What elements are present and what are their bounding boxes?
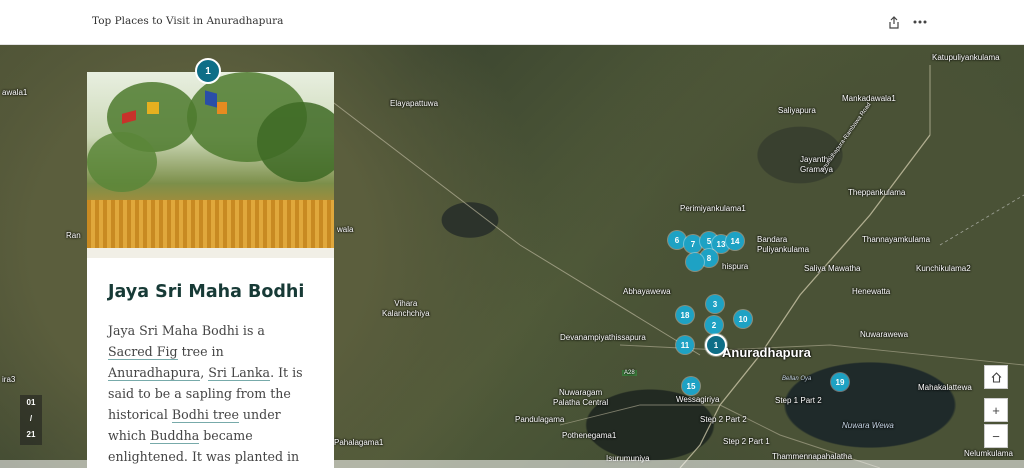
map-label: ira3 xyxy=(2,375,16,384)
home-icon xyxy=(991,371,1001,383)
map-label: wala xyxy=(337,225,354,234)
map-marker[interactable]: 6 xyxy=(668,231,686,249)
link-sri-lanka[interactable]: Sri Lanka xyxy=(208,365,271,381)
story-card: Jaya Sri Maha Bodhi Jaya Sri Maha Bodhi … xyxy=(87,72,334,468)
map-label: Nuwarawewa xyxy=(860,330,909,339)
map-marker[interactable]: 10 xyxy=(734,310,752,328)
zoom-in-button[interactable]: + xyxy=(984,398,1008,422)
map-label: Ran xyxy=(66,231,81,240)
map-marker[interactable]: 18 xyxy=(676,306,694,324)
map-label: Abhayawewa xyxy=(623,287,671,296)
map-marker[interactable]: 11 xyxy=(676,336,694,354)
bodhi-tree-photo xyxy=(87,72,334,258)
map-label: Perimiyankulama1 xyxy=(680,204,746,213)
place-heading: Jaya Sri Maha Bodhi xyxy=(108,282,305,302)
map-label: hispura xyxy=(722,262,749,271)
map-label: Step 2 Part 1 xyxy=(723,437,770,446)
current-index: 01 xyxy=(26,398,36,407)
link-sacred-fig[interactable]: Sacred Fig xyxy=(108,344,178,360)
map-marker[interactable]: 2 xyxy=(705,316,723,334)
header-bar: Top Places to Visit in Anuradhapura xyxy=(0,0,1024,45)
map-label-water: Nuwara Wewa xyxy=(842,421,894,430)
map-marker[interactable]: 7 xyxy=(684,235,702,253)
map-label: Pahalagama1 xyxy=(334,438,384,447)
more-options-icon[interactable] xyxy=(910,12,930,32)
home-button[interactable] xyxy=(984,365,1008,389)
map-label: Theppankulama xyxy=(848,188,906,197)
map-label: Saliya Mawatha xyxy=(804,264,861,273)
map-label: Vihara Kalanchchiya xyxy=(382,299,430,318)
story-title: Top Places to Visit in Anuradhapura xyxy=(92,15,284,27)
map-marker[interactable]: 15 xyxy=(682,377,700,395)
share-icon[interactable] xyxy=(884,12,904,32)
map-label: awala1 xyxy=(2,88,28,97)
map-label: Wessagiriya xyxy=(676,395,720,404)
map-marker[interactable] xyxy=(686,253,704,271)
map-label: Kunchikulama2 xyxy=(916,264,971,273)
map-label: Saliyapura xyxy=(778,106,816,115)
map-label: Pothenegama1 xyxy=(562,431,617,440)
map-label: Katupuliyankulama xyxy=(932,53,1000,62)
link-bodhi-tree[interactable]: Bodhi tree xyxy=(171,407,239,423)
map-label: Mahakalattewa xyxy=(918,383,972,392)
map-label: Pandulagama xyxy=(515,415,565,424)
map-marker[interactable]: 19 xyxy=(831,373,849,391)
map-label: Step 1 Part 2 xyxy=(775,396,822,405)
map-label: Thannayamkulama xyxy=(862,235,931,244)
map-marker[interactable]: 14 xyxy=(726,232,744,250)
map-label: Nelumkulama xyxy=(964,449,1013,458)
pager-separator: / xyxy=(29,414,33,423)
map-label: Devanampiyathissapura xyxy=(560,333,646,342)
highway-shield: A28 xyxy=(622,370,637,376)
map-label-water: Bellan Oya xyxy=(782,376,812,382)
map-label: Nuwaragam Palatha Central xyxy=(553,388,609,407)
map-label: Step 2 Part 2 xyxy=(700,415,747,424)
zoom-out-button[interactable]: − xyxy=(984,424,1008,448)
card-marker[interactable]: 1 xyxy=(195,58,221,84)
map-label-city: Anuradhapura xyxy=(722,345,811,360)
map-label: Elayapattuwa xyxy=(390,99,439,108)
map-label: Mankadawala1 xyxy=(842,94,896,103)
place-description: Jaya Sri Maha Bodhi is a Sacred Fig tree… xyxy=(108,323,303,464)
total-count: 21 xyxy=(26,430,36,439)
map-label: Bandara Puliyankulama xyxy=(757,235,810,254)
map-label: Henewatta xyxy=(852,287,891,296)
map-marker[interactable]: 3 xyxy=(706,295,724,313)
link-buddha[interactable]: Buddha xyxy=(150,428,200,444)
map-marker-active[interactable]: 1 xyxy=(705,334,727,356)
place-pager: 01 / 21 xyxy=(20,395,42,445)
link-anuradhapura[interactable]: Anuradhapura xyxy=(108,365,201,381)
